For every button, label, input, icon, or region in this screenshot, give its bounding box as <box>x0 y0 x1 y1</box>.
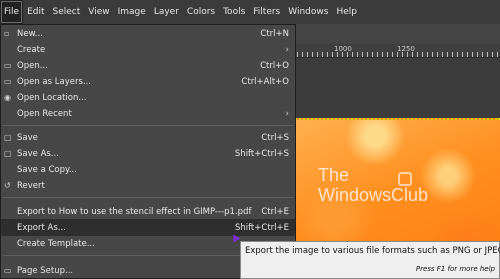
globe-icon: ◉ <box>4 93 11 102</box>
menu-item-shortcut: Ctrl+N <box>260 28 289 39</box>
menu-help[interactable]: Help <box>332 0 361 24</box>
menu-item-new[interactable]: ▫ New... Ctrl+N <box>1 25 295 42</box>
menu-item-create[interactable]: Create › <box>1 41 295 58</box>
menu-item-label: Save <box>17 132 38 143</box>
menu-item-open[interactable]: ▭ Open... Ctrl+O <box>1 57 295 74</box>
ruler-ticks <box>292 52 500 57</box>
menu-file[interactable]: File <box>0 0 24 24</box>
windowsclub-logo-icon <box>398 172 412 186</box>
menu-colors[interactable]: Colors <box>183 0 219 24</box>
menu-item-open-location[interactable]: ◉ Open Location... <box>1 89 295 106</box>
menu-item-shortcut: Ctrl+S <box>261 132 289 143</box>
menu-view[interactable]: View <box>84 0 113 24</box>
menu-item-shortcut: Shift+Ctrl+S <box>234 148 289 159</box>
menu-item-save-as[interactable]: ▢ Save As... Shift+Ctrl+S <box>1 145 295 162</box>
menu-item-label: Open Recent <box>17 108 72 119</box>
menu-item-revert[interactable]: ↺ Revert <box>1 177 295 194</box>
open-layers-icon: ▭ <box>4 77 12 86</box>
menu-tools[interactable]: Tools <box>219 0 249 24</box>
menu-layer[interactable]: Layer <box>150 0 183 24</box>
menu-item-label: Open... <box>17 60 48 71</box>
tooltip: Export the image to various file formats… <box>240 241 500 279</box>
menu-edit[interactable]: Edit <box>23 0 48 24</box>
menu-item-label: Revert <box>17 180 45 191</box>
chevron-right-icon: › <box>285 108 289 119</box>
watermark-line2: WindowsClub <box>318 185 429 205</box>
menu-image[interactable]: Image <box>114 0 150 24</box>
menu-item-shortcut: Ctrl+O <box>260 60 289 71</box>
menu-item-export-as[interactable]: Export As... Shift+Ctrl+E <box>1 219 295 236</box>
save-icon: ▢ <box>4 133 12 142</box>
menu-item-label: Export As... <box>17 222 66 233</box>
menu-item-open-recent[interactable]: Open Recent › <box>1 105 295 122</box>
menu-item-label: Export to How to use the stencil effect … <box>17 206 252 217</box>
page-setup-icon: ▭ <box>4 266 12 275</box>
menu-item-export-to[interactable]: Export to How to use the stencil effect … <box>1 203 295 220</box>
horizontal-ruler[interactable]: 1000 1250 <box>292 44 500 58</box>
save-as-icon: ▢ <box>4 149 12 158</box>
menubar: File Edit Select View Image Layer Colors… <box>0 0 500 24</box>
menu-item-label: Open Location... <box>17 92 87 103</box>
menu-windows[interactable]: Windows <box>284 0 332 24</box>
menu-item-label: Save As... <box>17 148 59 159</box>
menu-item-label: Create <box>17 44 46 55</box>
menu-separator <box>3 125 293 126</box>
menu-item-label: Open as Layers... <box>17 76 91 87</box>
menu-item-shortcut: Ctrl+E <box>261 206 289 217</box>
menu-item-save[interactable]: ▢ Save Ctrl+S <box>1 129 295 146</box>
menu-separator <box>3 197 293 198</box>
chevron-right-icon: › <box>285 44 289 55</box>
new-icon: ▫ <box>4 29 10 38</box>
menu-item-open-as-layers[interactable]: ▭ Open as Layers... Ctrl+Alt+O <box>1 73 295 90</box>
tooltip-text: Export the image to various file formats… <box>245 246 500 256</box>
menu-item-label: Save a Copy... <box>17 164 77 175</box>
watermark: The WindowsClub <box>318 166 428 204</box>
revert-icon: ↺ <box>4 181 11 190</box>
menu-item-shortcut: Shift+Ctrl+E <box>234 222 289 233</box>
tooltip-hint: Press F1 for more help <box>415 265 495 273</box>
menu-item-label: New... <box>17 28 43 39</box>
open-icon: ▭ <box>4 61 12 70</box>
menu-item-save-a-copy[interactable]: Save a Copy... <box>1 161 295 178</box>
menu-filters[interactable]: Filters <box>249 0 284 24</box>
menu-item-shortcut: Ctrl+Alt+O <box>241 76 289 87</box>
menu-select[interactable]: Select <box>49 0 85 24</box>
